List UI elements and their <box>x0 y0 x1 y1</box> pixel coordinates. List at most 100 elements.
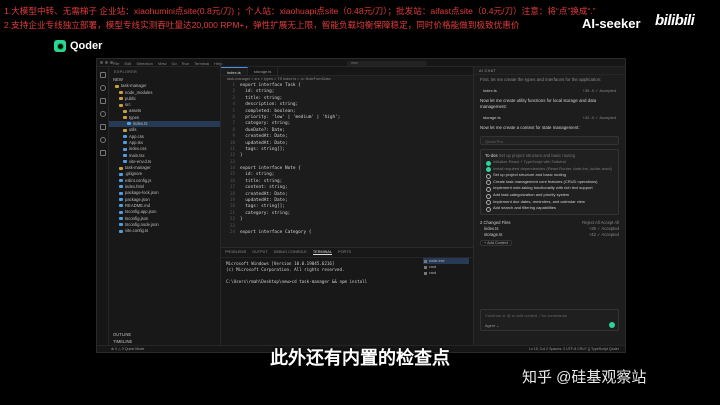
menu-view[interactable]: View <box>158 61 167 66</box>
title-bar: File Edit Selection View Go Run Terminal… <box>97 59 625 67</box>
file-icon <box>123 141 127 145</box>
chat-compose[interactable]: Continue or @ to add context, / for comm… <box>480 309 619 331</box>
terminal-line: C:\Users\rmah\Desktop\new>cd task-manage… <box>226 279 368 284</box>
explorer-title: EXPLORER <box>114 70 138 74</box>
file-icon <box>123 160 127 164</box>
bilibili-logo: bilibili <box>655 12 695 29</box>
search-icon[interactable] <box>99 85 106 91</box>
file-icon <box>119 204 123 208</box>
todo-item[interactable]: Implement note-taking functionality with… <box>481 185 618 192</box>
file-icon <box>123 153 127 157</box>
extensions-icon[interactable] <box>99 124 106 130</box>
ai-chat-panel: AI CHAT First, let me create the types a… <box>473 67 625 345</box>
accept-reject-all[interactable]: Reject All Accept All <box>582 219 619 226</box>
folder-icon <box>119 103 123 107</box>
todo-item[interactable]: Add task categorization and priority sys… <box>481 192 618 199</box>
promo-banner: 1.大模型中转、无需梯子 企业站：xiaohumini点site(0.8元/刀)… <box>0 0 720 36</box>
todo-header[interactable]: To-dos Set up project structure and basi… <box>481 152 618 159</box>
todo-items: Initialize React + TypeScript with Tailw… <box>481 159 618 212</box>
zhihu-watermark: 知乎 @硅基观察站 <box>522 369 647 386</box>
editor-tabs: index.ts storage.ts <box>221 67 473 76</box>
changed-file-row[interactable]: storage.ts +42 ✓ Accepted <box>480 232 619 239</box>
promo-line-1: 1.大模型中转、无需梯子 企业站：xiaohumini点site(0.8元/刀)… <box>4 6 596 16</box>
minimize-dot-icon[interactable] <box>105 61 108 64</box>
tab-storage-ts[interactable]: storage.ts <box>248 67 279 75</box>
folder-icon <box>115 84 119 88</box>
add-context-button[interactable]: + Add Context <box>480 239 512 246</box>
file-icon <box>123 135 127 139</box>
agent-mode-select[interactable]: Agent ⌄ <box>485 323 499 328</box>
code-editor: index.ts storage.ts task-manager > src >… <box>221 67 473 247</box>
breadcrumb[interactable]: task-manager > src > types > TS index.ts… <box>221 76 473 83</box>
menu-bar: File Edit Selection View Go Run Terminal… <box>113 61 222 66</box>
menu-terminal[interactable]: Terminal <box>194 61 209 66</box>
run-debug-icon[interactable] <box>99 111 106 117</box>
todo-item[interactable]: Add search and filtering capabilities <box>481 205 618 212</box>
tab-debug-console[interactable]: DEBUG CONSOLE <box>274 250 307 255</box>
todo-list: To-dos Set up project structure and basi… <box>480 149 619 215</box>
ai-chat-header: AI CHAT <box>474 67 625 75</box>
channel-name: AI-seeker <box>582 16 641 31</box>
compose-placeholder: Continue or @ to add context, / for comm… <box>485 313 567 318</box>
file-change-chip[interactable]: index.ts +35 -0 ✓ Accepted <box>480 87 619 94</box>
code-area[interactable]: 1 export interface Task {2 id: string; 3 t… <box>221 83 473 236</box>
terminal-sessions: node.exe cmd cmd <box>423 258 469 276</box>
file-icon <box>127 122 131 126</box>
todo-item[interactable]: Implement due dates, reminders, and cale… <box>481 199 618 206</box>
line-number: 24 <box>229 229 235 235</box>
tab-ports[interactable]: PORTS <box>338 250 351 255</box>
menu-run[interactable]: Run <box>182 61 189 66</box>
file-icon <box>119 172 123 176</box>
menu-help[interactable]: Help <box>214 61 222 66</box>
tab-problems[interactable]: PROBLEMS <box>225 250 246 255</box>
agent-icon[interactable] <box>99 137 106 143</box>
agent-message: First, let me create the types and inter… <box>480 77 602 82</box>
file-icon <box>119 185 123 189</box>
folder-icon <box>123 116 127 120</box>
qoder-logo-text: Qoder <box>70 40 103 52</box>
command-search[interactable]: new <box>347 60 427 66</box>
todo-item[interactable]: Install required dependencies (React Rou… <box>481 166 618 173</box>
add-context: + Add Context <box>480 239 619 246</box>
quest-input[interactable]: Quest Pro <box>480 136 619 145</box>
file-tree: task-manager node_modules public src assets t… <box>109 83 220 234</box>
agent-message: Now let me create a context for state ma… <box>480 125 580 130</box>
file-icon <box>119 198 123 202</box>
terminal-session[interactable]: cmd <box>423 270 469 276</box>
qoder-logo: Qoder <box>54 40 102 52</box>
changed-files-header: 2 Changed Files Reject All Accept All <box>480 219 619 226</box>
menu-go[interactable]: Go <box>171 61 176 66</box>
code-line: 24 export interface Category { <box>225 230 473 236</box>
tab-output[interactable]: OUTPUT <box>252 250 268 255</box>
file-item[interactable]: vite.config.ts <box>109 228 220 234</box>
file-change-status: +35 -0 ✓ Accepted <box>582 88 616 93</box>
menu-file[interactable]: File <box>113 61 119 66</box>
folder-icon <box>123 128 127 132</box>
promo-line-2: 2.支持企业专线独立部署，模型专线实测吞吐量达20,000 RPM+，弹性扩展无… <box>4 20 520 30</box>
todo-item[interactable]: Set up project structure and basic routi… <box>481 172 618 179</box>
explorer-icon[interactable] <box>99 72 106 78</box>
close-dot-icon[interactable] <box>100 61 103 64</box>
menu-selection[interactable]: Selection <box>136 61 152 66</box>
folder-icon <box>123 109 127 113</box>
file-icon <box>119 210 123 214</box>
terminal-panel: PROBLEMS OUTPUT DEBUG CONSOLE TERMINAL P… <box>221 247 473 345</box>
source-control-icon[interactable] <box>99 98 106 104</box>
remote-icon[interactable] <box>99 150 106 156</box>
folder-icon <box>119 97 123 101</box>
folder-icon <box>119 90 123 94</box>
todo-item[interactable]: Initialize React + TypeScript with Tailw… <box>481 159 618 166</box>
file-change-chip[interactable]: storage.ts +42 -0 ✓ Accepted <box>480 114 619 121</box>
todo-item[interactable]: Create task management core features (CR… <box>481 179 618 186</box>
file-change-name: index.ts <box>483 88 497 93</box>
send-icon[interactable] <box>609 322 615 328</box>
file-icon <box>119 216 123 220</box>
file-change-status: +42 -0 ✓ Accepted <box>582 115 616 120</box>
tab-terminal[interactable]: TERMINAL <box>312 250 333 255</box>
menu-edit[interactable]: Edit <box>124 61 131 66</box>
file-icon <box>119 179 123 183</box>
file-icon <box>119 223 123 227</box>
file-icon <box>119 191 123 195</box>
activity-bar <box>97 67 109 345</box>
tab-index-ts[interactable]: index.ts <box>221 67 248 75</box>
